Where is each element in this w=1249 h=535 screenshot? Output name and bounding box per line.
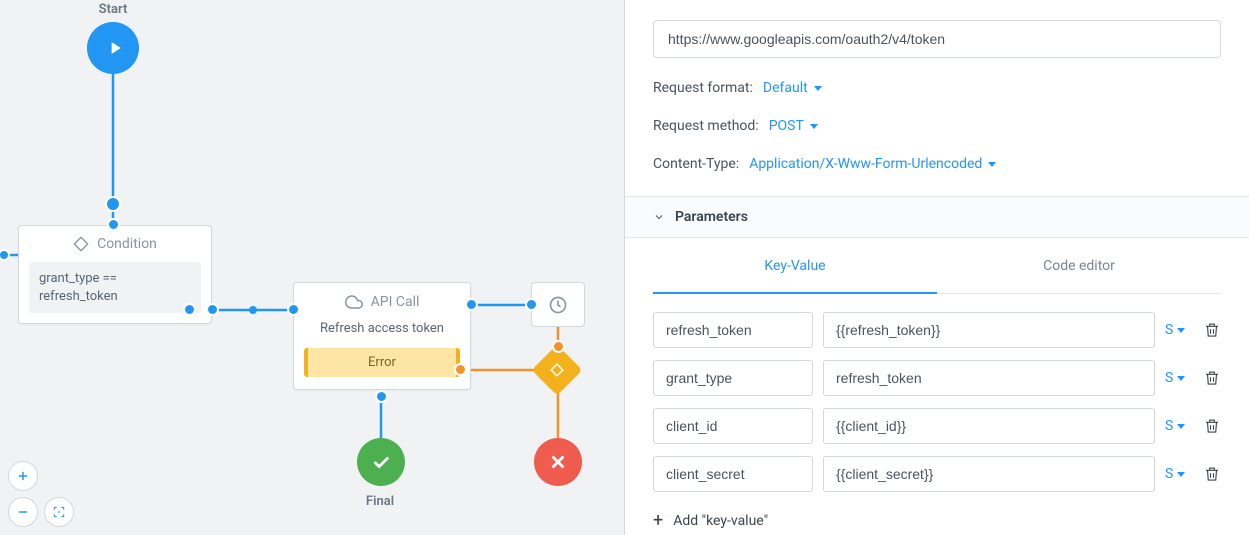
param-tabs: Key-Value Code editor bbox=[653, 238, 1221, 294]
fit-screen-button[interactable] bbox=[44, 497, 74, 527]
port[interactable] bbox=[183, 303, 196, 316]
crosshair-icon bbox=[52, 505, 66, 519]
final-error-node[interactable] bbox=[534, 438, 582, 486]
play-icon bbox=[105, 38, 125, 58]
parameters-section-header[interactable]: Parameters bbox=[625, 196, 1249, 238]
trash-icon bbox=[1203, 369, 1221, 387]
param-value-input[interactable] bbox=[823, 312, 1155, 348]
request-method-row: Request method: POST bbox=[653, 118, 1221, 134]
chevron-down-icon bbox=[1177, 376, 1185, 381]
add-key-value-button[interactable]: + Add "key-value" bbox=[653, 510, 768, 531]
api-call-node[interactable]: API Call Refresh access token Error bbox=[293, 282, 471, 390]
delete-param-button[interactable] bbox=[1203, 369, 1221, 387]
content-type-row: Content-Type: Application/X-Www-Form-Url… bbox=[653, 156, 1221, 172]
check-icon bbox=[370, 451, 392, 473]
param-key-input[interactable] bbox=[653, 360, 813, 396]
port[interactable] bbox=[206, 303, 219, 316]
api-error-label: Error bbox=[368, 355, 396, 370]
request-format-value: Default bbox=[763, 80, 808, 96]
port[interactable] bbox=[525, 298, 538, 311]
timer-node[interactable] bbox=[531, 282, 585, 327]
chevron-down-icon bbox=[988, 162, 996, 167]
parameters-title: Parameters bbox=[675, 209, 748, 225]
canvas-input-port[interactable] bbox=[0, 249, 10, 261]
start-label: Start bbox=[88, 2, 138, 17]
diamond-inner-icon bbox=[550, 363, 564, 377]
condition-header: Condition bbox=[19, 226, 211, 262]
param-value-input[interactable] bbox=[823, 360, 1155, 396]
tab-code-editor[interactable]: Code editor bbox=[937, 238, 1221, 294]
final-success-node[interactable] bbox=[357, 438, 405, 486]
api-header: API Call bbox=[294, 283, 470, 321]
zoom-in-button[interactable] bbox=[8, 461, 38, 491]
param-value-input[interactable] bbox=[823, 456, 1155, 492]
chevron-down-icon bbox=[1177, 424, 1185, 429]
param-type-dropdown[interactable]: S bbox=[1165, 466, 1193, 482]
api-error-row[interactable]: Error bbox=[304, 348, 460, 377]
request-method-dropdown[interactable]: POST bbox=[769, 118, 818, 134]
params-list: S S S S + Add "key-value" bbox=[625, 294, 1249, 535]
url-input[interactable] bbox=[653, 20, 1221, 58]
minus-icon bbox=[16, 505, 30, 519]
param-type-dropdown[interactable]: S bbox=[1165, 322, 1193, 338]
request-format-row: Request format: Default bbox=[653, 80, 1221, 96]
trash-icon bbox=[1203, 321, 1221, 339]
param-row: S bbox=[653, 456, 1221, 492]
port[interactable] bbox=[454, 363, 467, 376]
condition-expression: grant_type == refresh_token bbox=[29, 262, 201, 313]
content-type-dropdown[interactable]: Application/X-Www-Form-Urlencoded bbox=[749, 156, 996, 172]
chevron-down-icon bbox=[814, 86, 822, 91]
content-type-value: Application/X-Www-Form-Urlencoded bbox=[749, 156, 982, 172]
api-title: API Call bbox=[371, 294, 420, 310]
plus-icon: + bbox=[653, 510, 663, 531]
plus-icon bbox=[16, 469, 30, 483]
param-row: S bbox=[653, 360, 1221, 396]
chevron-down-icon bbox=[1177, 328, 1185, 333]
port[interactable] bbox=[465, 298, 478, 311]
param-type-dropdown[interactable]: S bbox=[1165, 418, 1193, 434]
final-label: Final bbox=[355, 494, 405, 509]
condition-title: Condition bbox=[97, 236, 157, 252]
diamond-icon bbox=[73, 236, 89, 252]
param-type-dropdown[interactable]: S bbox=[1165, 370, 1193, 386]
chevron-down-icon bbox=[810, 124, 818, 129]
delete-param-button[interactable] bbox=[1203, 321, 1221, 339]
clock-icon bbox=[548, 295, 568, 315]
param-key-input[interactable] bbox=[653, 312, 813, 348]
port[interactable] bbox=[287, 303, 300, 316]
workflow-canvas[interactable]: Start Condition grant_type == refresh_to… bbox=[0, 0, 625, 535]
chevron-down-icon bbox=[653, 211, 665, 223]
trash-icon bbox=[1203, 417, 1221, 435]
request-format-dropdown[interactable]: Default bbox=[763, 80, 822, 96]
request-method-value: POST bbox=[769, 118, 804, 134]
param-key-input[interactable] bbox=[653, 408, 813, 444]
add-key-value-label: Add "key-value" bbox=[673, 513, 768, 529]
port[interactable] bbox=[375, 390, 388, 403]
param-key-input[interactable] bbox=[653, 456, 813, 492]
cloud-icon bbox=[345, 293, 363, 311]
request-method-label: Request method: bbox=[653, 118, 759, 134]
port[interactable] bbox=[107, 218, 120, 231]
api-subtitle: Refresh access token bbox=[294, 321, 470, 348]
port[interactable] bbox=[552, 340, 565, 353]
close-icon bbox=[547, 451, 569, 473]
param-value-input[interactable] bbox=[823, 408, 1155, 444]
tab-key-value[interactable]: Key-Value bbox=[653, 238, 937, 294]
port[interactable] bbox=[105, 196, 121, 212]
delete-param-button[interactable] bbox=[1203, 465, 1221, 483]
config-panel: Request format: Default Request method: … bbox=[625, 0, 1249, 535]
start-node[interactable] bbox=[87, 22, 139, 74]
content-type-label: Content-Type: bbox=[653, 156, 739, 172]
zoom-out-button[interactable] bbox=[8, 497, 38, 527]
chevron-down-icon bbox=[1177, 472, 1185, 477]
param-row: S bbox=[653, 408, 1221, 444]
request-format-label: Request format: bbox=[653, 80, 753, 96]
delete-param-button[interactable] bbox=[1203, 417, 1221, 435]
param-row: S bbox=[653, 312, 1221, 348]
trash-icon bbox=[1203, 465, 1221, 483]
